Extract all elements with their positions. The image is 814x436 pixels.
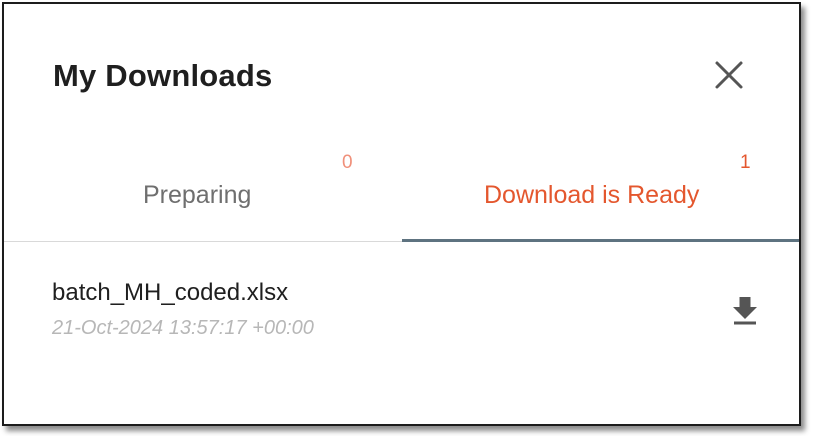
list-item: batch_MH_coded.xlsx 21-Oct-2024 13:57:17… [4, 266, 799, 356]
file-timestamp: 21-Oct-2024 13:57:17 +00:00 [52, 317, 314, 339]
tab-bar: 0 Preparing 1 Download is Ready [4, 144, 799, 244]
download-button[interactable] [730, 293, 760, 327]
close-button[interactable] [712, 58, 746, 92]
close-icon [715, 61, 743, 89]
file-name: batch_MH_coded.xlsx [52, 279, 289, 306]
tab-download-ready[interactable]: 1 Download is Ready [402, 144, 799, 242]
dialog-title: My Downloads [53, 58, 273, 93]
download-icon [733, 297, 757, 325]
tab-preparing-count: 0 [342, 152, 353, 173]
downloads-dialog: My Downloads 0 Preparing 1 Download is R… [2, 2, 801, 426]
tab-download-ready-label: Download is Ready [484, 181, 700, 209]
tab-download-ready-count: 1 [740, 152, 751, 173]
active-tab-indicator [402, 239, 799, 242]
tab-preparing-label: Preparing [143, 181, 252, 209]
tab-preparing[interactable]: 0 Preparing [4, 144, 402, 242]
